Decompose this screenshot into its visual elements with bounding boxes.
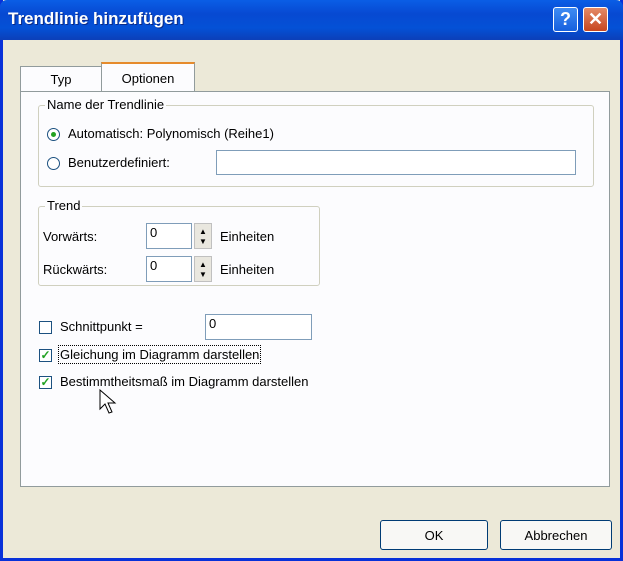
cancel-button[interactable]: Abbrechen xyxy=(500,520,612,550)
automatic-label: Automatisch: Polynomisch (Reihe1) xyxy=(68,126,274,141)
trend-legend: Trend xyxy=(45,198,83,213)
show-r2-label: Bestimmtheitsmaß im Diagramm darstellen xyxy=(60,374,309,389)
forward-input[interactable]: 0 xyxy=(146,223,192,249)
custom-radio[interactable] xyxy=(47,157,60,170)
ok-button[interactable]: OK xyxy=(380,520,488,550)
backward-spinner[interactable]: ▲ ▼ xyxy=(194,256,212,282)
intercept-input[interactable]: 0 xyxy=(205,314,312,340)
trendline-name-legend: Name der Trendlinie xyxy=(45,97,167,112)
trendline-name-group: Name der Trendlinie Automatisch: Polynom… xyxy=(38,97,594,187)
custom-label: Benutzerdefiniert: xyxy=(68,155,170,170)
trend-group: Trend Vorwärts: 0 ▲ ▼ Einheiten Rückwärts… xyxy=(38,198,320,286)
intercept-label: Schnittpunkt = xyxy=(60,319,143,334)
dialog-window: Trendlinie hinzufügen ? ✕ Typ Optionen N… xyxy=(0,0,623,561)
show-equation-label: Gleichung im Diagramm darstellen xyxy=(57,345,262,364)
backward-input[interactable]: 0 xyxy=(146,256,192,282)
tab-options[interactable]: Optionen xyxy=(101,62,195,93)
intercept-checkbox[interactable] xyxy=(39,321,52,334)
help-icon[interactable]: ? xyxy=(553,7,578,32)
title-bar: Trendlinie hinzufügen ? ✕ xyxy=(0,0,623,40)
options-panel: Name der Trendlinie Automatisch: Polynom… xyxy=(20,91,610,487)
forward-label: Vorwärts: xyxy=(43,229,98,244)
custom-name-input[interactable] xyxy=(216,150,576,175)
automatic-radio[interactable] xyxy=(47,128,60,141)
backward-label: Rückwärts: xyxy=(43,262,108,277)
show-equation-checkbox[interactable]: ✓ xyxy=(39,349,52,362)
forward-unit: Einheiten xyxy=(220,229,275,244)
forward-spinner[interactable]: ▲ ▼ xyxy=(194,223,212,249)
window-title: Trendlinie hinzufügen xyxy=(8,9,184,28)
mouse-cursor-icon xyxy=(99,389,117,414)
show-r2-checkbox[interactable]: ✓ xyxy=(39,376,52,389)
backward-unit: Einheiten xyxy=(220,262,275,277)
close-icon[interactable]: ✕ xyxy=(583,7,608,32)
tab-type[interactable]: Typ xyxy=(20,66,102,92)
